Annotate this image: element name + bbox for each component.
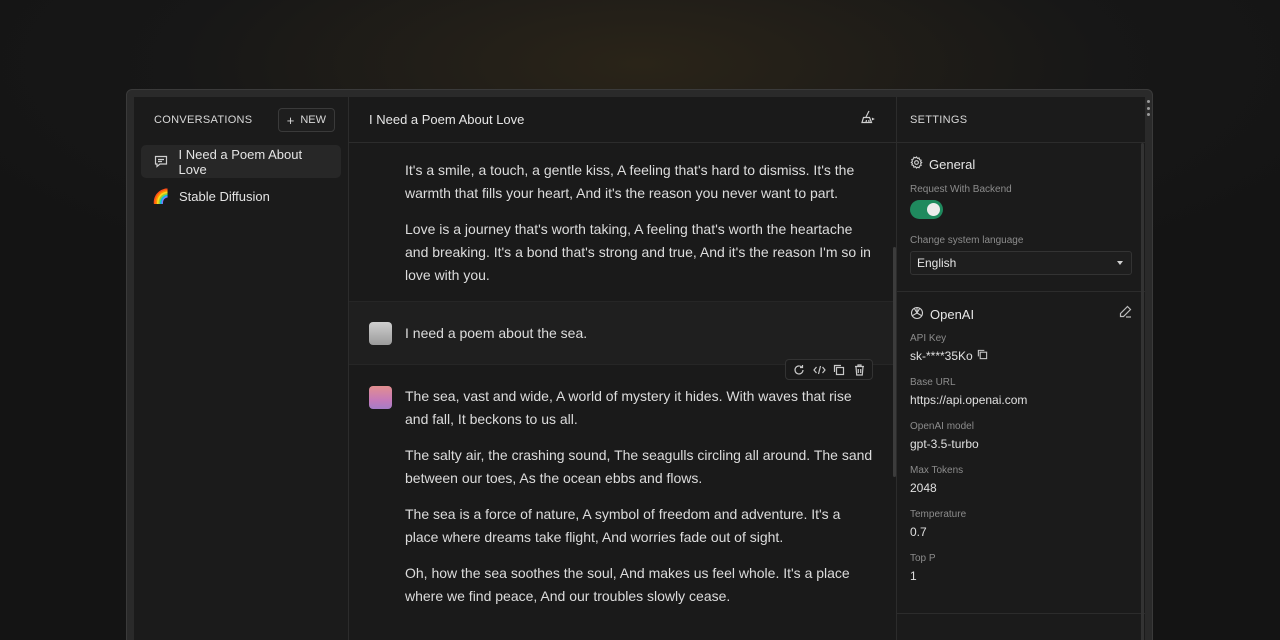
clear-broom-icon[interactable] [860, 109, 876, 130]
copy-icon[interactable] [832, 363, 846, 377]
language-label: Change system language [910, 235, 1024, 246]
plus-icon: + [286, 112, 295, 128]
user-message: I need a poem about the sea. [349, 301, 896, 365]
code-icon[interactable] [812, 363, 826, 377]
edit-pencil-icon[interactable] [1119, 305, 1132, 323]
paragraph: The sea is a force of nature, A symbol o… [405, 506, 841, 545]
model-value[interactable]: gpt-3.5-turbo [910, 437, 1132, 451]
openai-section: OpenAI API Key sk-****35Ko Base URL http… [897, 292, 1145, 614]
top-p-value[interactable]: 1 [910, 569, 1132, 583]
assistant-message: It's a smile, a touch, a gentle kiss, A … [349, 143, 896, 300]
sidebar-title: CONVERSATIONS [154, 114, 253, 126]
chat-title: I Need a Poem About Love [369, 112, 525, 127]
backend-label: Request With Backend [910, 184, 1012, 195]
drag-handle-icon[interactable] [1146, 100, 1150, 116]
rainbow-icon: 🌈 [152, 188, 170, 204]
message-text: I need a poem about the sea. [405, 324, 588, 341]
message-text: It's a smile, a touch, a gentle kiss, A … [405, 159, 875, 300]
assistant-avatar [369, 386, 392, 409]
top-p-label: Top P [910, 553, 936, 564]
conversation-item-stable-diffusion[interactable]: 🌈 Stable Diffusion [141, 180, 341, 213]
caret-down-icon [1117, 261, 1123, 265]
openai-label: OpenAI [930, 306, 975, 322]
language-select[interactable]: English [910, 251, 1132, 275]
model-label: OpenAI model [910, 421, 974, 432]
conversation-label: Stable Diffusion [179, 189, 270, 204]
assistant-message: The sea, vast and wide, A world of myste… [349, 365, 896, 621]
general-section: General Request With Backend Change syst… [897, 143, 1145, 292]
paragraph: It's a smile, a touch, a gentle kiss, A … [405, 162, 855, 201]
openai-logo-icon [910, 306, 924, 323]
regenerate-icon[interactable] [792, 363, 806, 377]
base-url-value[interactable]: https://api.openai.com [910, 393, 1132, 407]
backend-toggle[interactable] [910, 200, 943, 219]
openai-header: OpenAI [910, 304, 1132, 324]
app-window: CONVERSATIONS + NEW I Need a Poem About … [134, 97, 1145, 640]
general-label: General [929, 156, 976, 172]
conversations-sidebar: CONVERSATIONS + NEW I Need a Poem About … [134, 97, 349, 640]
api-key-value: sk-****35Ko [910, 349, 1132, 363]
temperature-label: Temperature [910, 509, 967, 520]
message-list: It's a smile, a touch, a gentle kiss, A … [349, 143, 896, 640]
max-tokens-value[interactable]: 2048 [910, 481, 1132, 495]
api-key-text: sk-****35Ko [910, 349, 973, 363]
language-value: English [917, 256, 957, 270]
paragraph: The salty air, the crashing sound, The s… [405, 447, 873, 486]
sidebar-header: CONVERSATIONS + NEW [134, 97, 348, 143]
settings-panel: SETTINGS General Request With Backend Ch… [896, 97, 1145, 640]
chat-header: I Need a Poem About Love [349, 97, 896, 143]
message-actions [785, 359, 873, 380]
chat-panel: I Need a Poem About Love It's a smile, a… [349, 97, 896, 640]
chat-bubble-icon [153, 154, 169, 170]
toggle-knob [927, 203, 940, 216]
paragraph: Love is a journey that's worth taking, A… [405, 221, 871, 283]
message-text: The sea, vast and wide, A world of myste… [405, 385, 875, 621]
user-avatar [369, 321, 392, 345]
base-url-label: Base URL [910, 377, 956, 388]
temperature-value[interactable]: 0.7 [910, 525, 1132, 539]
conversation-item-love-poem[interactable]: I Need a Poem About Love [141, 145, 341, 178]
settings-title: SETTINGS [897, 97, 1145, 143]
new-conversation-button[interactable]: + NEW [277, 108, 335, 132]
trash-icon[interactable] [852, 363, 866, 377]
general-header: General [910, 154, 1132, 174]
openai-title: OpenAI [910, 306, 974, 323]
gear-icon [910, 156, 923, 172]
copy-icon[interactable] [977, 349, 988, 363]
settings-scrollbar[interactable] [1141, 143, 1144, 640]
api-key-label: API Key [910, 333, 947, 344]
new-button-label: NEW [300, 114, 326, 126]
paragraph: The sea, vast and wide, A world of myste… [405, 388, 852, 427]
conversation-list: I Need a Poem About Love 🌈 Stable Diffus… [134, 143, 348, 215]
paragraph: Oh, how the sea soothes the soul, And ma… [405, 565, 850, 604]
conversation-label: I Need a Poem About Love [178, 146, 303, 177]
max-tokens-label: Max Tokens [910, 465, 964, 476]
general-title: General [910, 156, 975, 172]
